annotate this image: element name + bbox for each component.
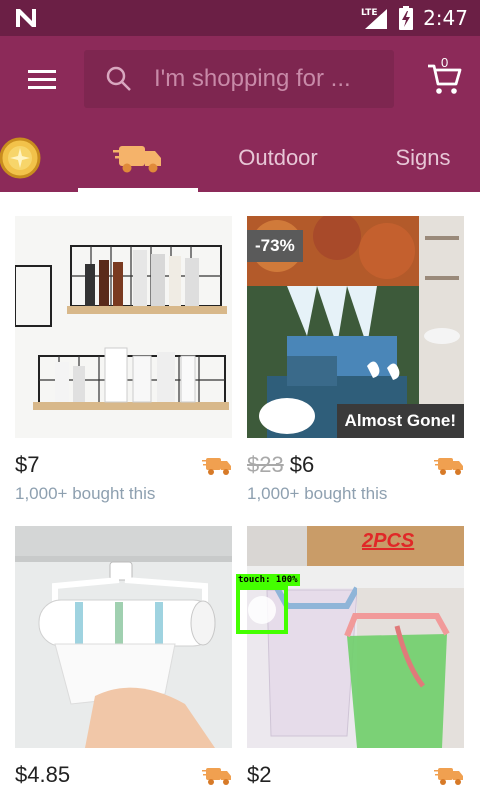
- touch-point-icon: [248, 596, 276, 624]
- status-bar: LTE 2:47: [0, 0, 480, 36]
- product-image: [15, 526, 232, 748]
- paper-towel-holder-image: [15, 526, 232, 748]
- touch-indicator-label: touch: 100%: [236, 574, 300, 586]
- product-image: [15, 216, 232, 438]
- truck-icon: [113, 146, 161, 173]
- touch-indicator-box: [236, 586, 288, 634]
- product-card[interactable]: $4.85: [15, 526, 232, 792]
- status-icons: LTE 2:47: [361, 0, 468, 36]
- price: $4.85: [15, 762, 71, 787]
- truck-icon: [202, 768, 231, 785]
- cart-count: 0: [441, 55, 449, 70]
- wire-shelves-image: [15, 216, 232, 438]
- tab-outdoor[interactable]: Outdoor: [218, 124, 338, 192]
- search-icon: [106, 66, 131, 91]
- truck-icon: [202, 458, 231, 475]
- clock: 2:47: [423, 6, 468, 30]
- stock-badge: Almost Gone!: [336, 404, 464, 438]
- n-logo-icon: [16, 9, 36, 27]
- battery-charging-icon: [399, 6, 414, 30]
- coin-icon: [0, 137, 41, 179]
- trash-bag-holder-image: [247, 526, 464, 748]
- tab-coin[interactable]: [0, 124, 60, 192]
- menu-icon[interactable]: [22, 64, 62, 96]
- product-card[interactable]: -73% Almost Gone! $23 $6 1,000+ bought th…: [247, 216, 464, 504]
- lte-signal-icon: LTE: [361, 8, 388, 29]
- category-tabs: Outdoor Signs: [0, 124, 480, 192]
- search-bar[interactable]: [84, 50, 394, 108]
- tab-signs[interactable]: Signs: [380, 124, 466, 192]
- price-row: $2: [247, 748, 464, 792]
- price-row: $7: [15, 438, 232, 482]
- old-price: $23: [247, 452, 284, 477]
- price: $7: [15, 452, 40, 477]
- price: $2: [247, 762, 272, 787]
- truck-icon: [434, 458, 463, 475]
- search-input[interactable]: [154, 62, 384, 96]
- bought-count: 1,000+ bought this: [247, 484, 388, 503]
- svg-text:LTE: LTE: [361, 8, 378, 18]
- product-card[interactable]: $7 1,000+ bought this: [15, 216, 232, 504]
- product-card[interactable]: 2PCS $2: [247, 526, 464, 792]
- tab-fast-shipping[interactable]: [78, 124, 198, 192]
- price-row: $4.85: [15, 748, 232, 792]
- price: $23 $6: [247, 452, 315, 477]
- product-image: 2PCS: [247, 526, 464, 748]
- discount-badge: -73%: [247, 230, 303, 262]
- product-grid: $7 1,000+ bought this -73% Almost Gone! …: [0, 192, 480, 800]
- truck-icon: [434, 768, 463, 785]
- bought-count: 1,000+ bought this: [15, 484, 156, 503]
- product-image: -73% Almost Gone!: [247, 216, 464, 438]
- pack-label: 2PCS: [362, 530, 415, 552]
- price-row: $23 $6: [247, 438, 464, 482]
- app-bar: 0: [0, 36, 480, 124]
- cart-button[interactable]: 0: [424, 55, 464, 98]
